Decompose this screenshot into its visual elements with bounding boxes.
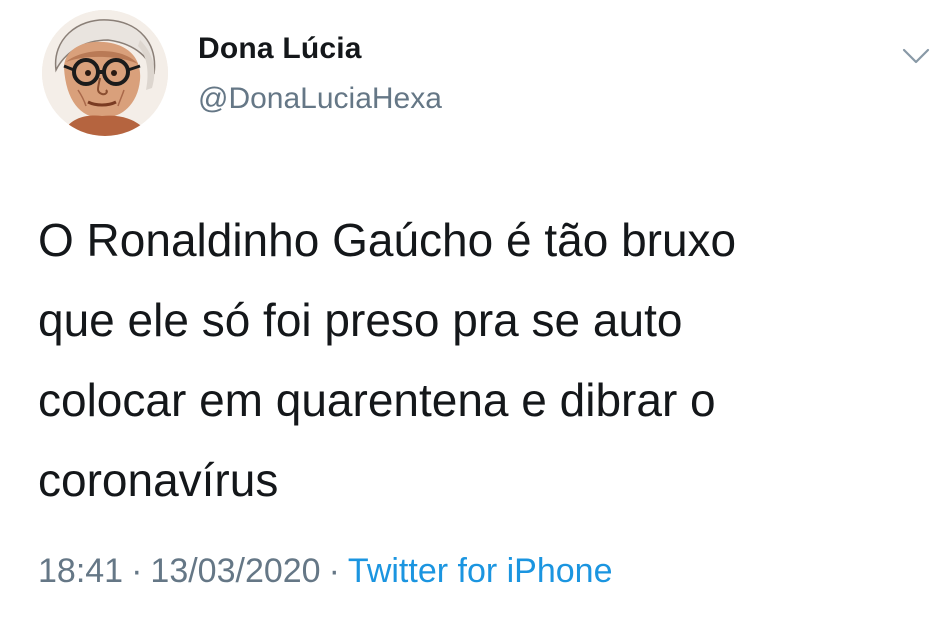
meta-separator: · (328, 552, 340, 590)
chevron-down-icon[interactable] (898, 38, 934, 74)
meta-separator: · (131, 552, 143, 590)
author-handle[interactable]: @DonaLuciaHexa (198, 82, 442, 116)
cartoon-grandma-avatar-icon (42, 10, 168, 136)
author-display-name[interactable]: Dona Lúcia (198, 32, 362, 66)
tweet-text: O Ronaldinho Gaúcho é tão bruxo que ele … (38, 214, 737, 506)
tweet-date[interactable]: 13/03/2020 (150, 552, 320, 590)
tweet-meta: 18:41 · 13/03/2020 · Twitter for iPhone (38, 552, 612, 591)
avatar[interactable] (42, 10, 168, 136)
tweet-card: Dona Lúcia @DonaLuciaHexa O Ronaldinho G… (0, 0, 950, 618)
tweet-source-link[interactable]: Twitter for iPhone (348, 552, 613, 590)
tweet-time[interactable]: 18:41 (38, 552, 123, 590)
